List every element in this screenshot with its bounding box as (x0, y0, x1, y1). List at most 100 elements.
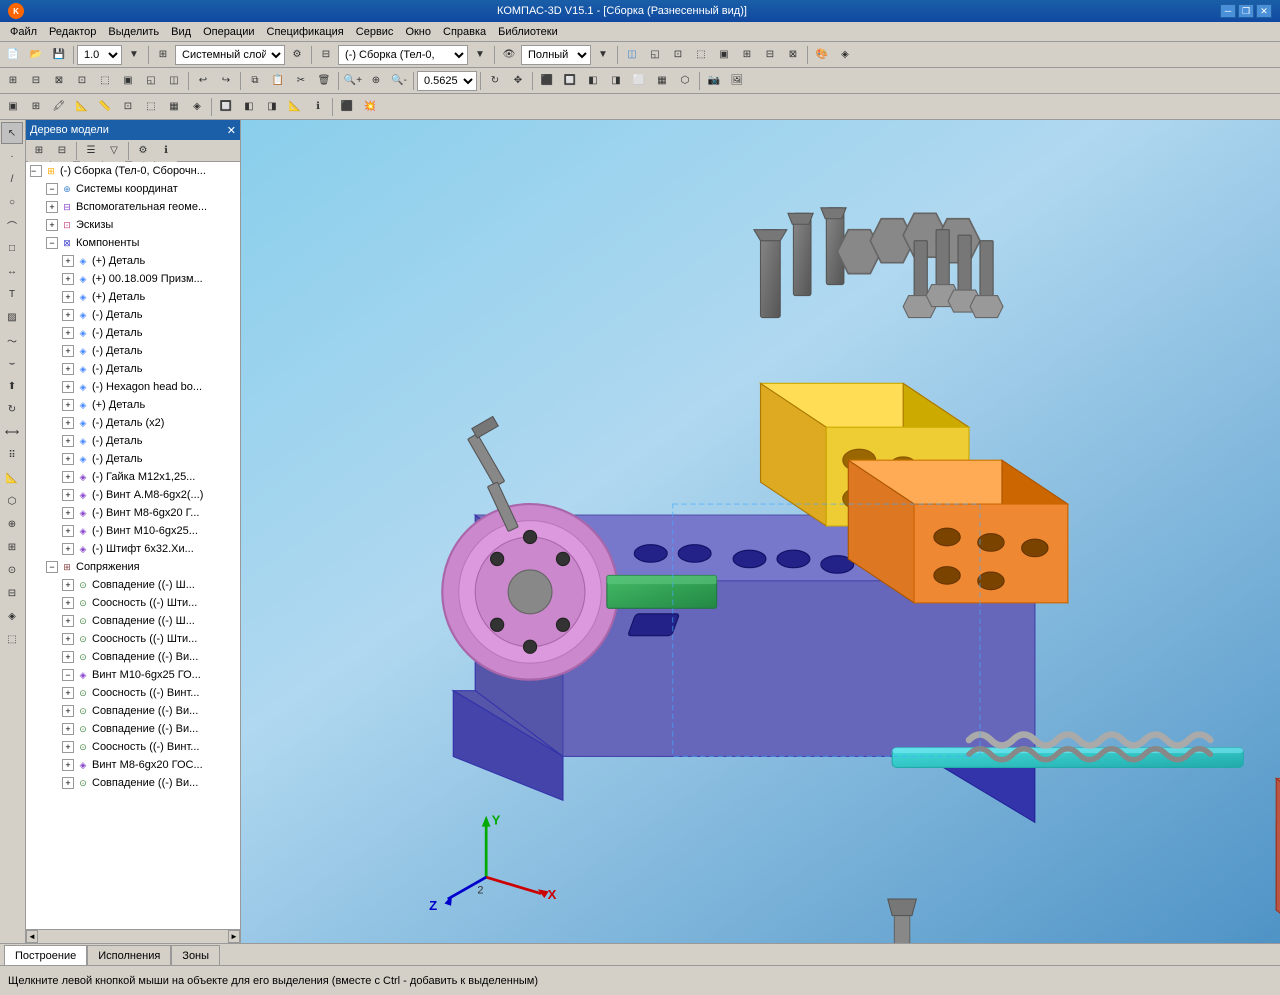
tb2-btn5[interactable]: ⬚ (94, 70, 116, 92)
menu-help[interactable]: Справка (437, 25, 492, 39)
render-btn6[interactable]: ⊞ (736, 44, 758, 66)
tb3-btn7[interactable]: ⬚ (140, 96, 162, 118)
tree-expand-toggle[interactable]: + (62, 741, 74, 753)
tree-item[interactable]: +◈(-) Hexagon head bo... (26, 378, 240, 396)
tree-expand-toggle[interactable]: + (62, 273, 74, 285)
tree-expand-toggle[interactable]: + (62, 381, 74, 393)
tree-expand-toggle[interactable]: + (62, 363, 74, 375)
tb2-btn4[interactable]: ⊡ (71, 70, 93, 92)
tb2-paste[interactable]: 📋 (267, 70, 289, 92)
tree-item[interactable]: +◈(+) Деталь (26, 288, 240, 306)
tb2-redo[interactable]: ↪ (215, 70, 237, 92)
layer-combo[interactable]: Системный слой (0 (175, 45, 285, 65)
rect-tool[interactable]: □ (1, 237, 23, 259)
tree-item[interactable]: −⊕Системы координат (26, 180, 240, 198)
open-btn[interactable]: 📂 (25, 44, 47, 66)
3d-viewport[interactable]: Y X Z 2 (241, 120, 1280, 943)
menu-window[interactable]: Окно (399, 25, 437, 39)
tb3-btn11[interactable]: ◧ (238, 96, 260, 118)
view3d-btn7[interactable]: ⬡ (674, 70, 696, 92)
menu-select[interactable]: Выделить (102, 25, 165, 39)
tb2-btn7[interactable]: ◱ (140, 70, 162, 92)
tab-build[interactable]: Построение (4, 945, 87, 965)
tree-expand-toggle[interactable]: + (62, 525, 74, 537)
tb2-undo[interactable]: ↩ (192, 70, 214, 92)
tree-item[interactable]: +◈(-) Деталь (26, 432, 240, 450)
tb2-btn3[interactable]: ⊠ (48, 70, 70, 92)
tree-item[interactable]: +⊙Совпадение ((-) Ш... (26, 576, 240, 594)
tree-expand-toggle[interactable]: + (62, 705, 74, 717)
close-button[interactable]: ✕ (1256, 4, 1272, 18)
tree-item[interactable]: +◈(-) Гайка М12х1,25... (26, 468, 240, 486)
render-btn5[interactable]: ▣ (713, 44, 735, 66)
tree-filter[interactable]: ▽ (103, 140, 125, 162)
mirror-tool[interactable]: ⟷ (1, 421, 23, 443)
tree-item[interactable]: +◈(-) Деталь (26, 306, 240, 324)
render-btn3[interactable]: ⊡ (667, 44, 689, 66)
tree-item[interactable]: +⊡Эскизы (26, 216, 240, 234)
tree-item[interactable]: +⊙Соосность ((-) Винт... (26, 684, 240, 702)
tree-item[interactable]: +⊙Соосность ((-) Шти... (26, 594, 240, 612)
tree-settings[interactable]: ⚙ (132, 140, 154, 162)
tree-item[interactable]: +◈(-) Деталь (26, 450, 240, 468)
view3d-btn2[interactable]: 🔲 (559, 70, 581, 92)
snapshot-btn[interactable]: 📷 (703, 70, 725, 92)
tb3-btn4[interactable]: 📐 (71, 96, 93, 118)
layer-settings[interactable]: ⚙ (286, 44, 308, 66)
tree-expand-toggle[interactable]: + (62, 255, 74, 267)
menu-spec[interactable]: Спецификация (261, 25, 350, 39)
tree-expand-all[interactable]: ⊞ (28, 140, 50, 162)
tb2-copy[interactable]: ⧉ (244, 70, 266, 92)
tb2-btn1[interactable]: ⊞ (2, 70, 24, 92)
restore-button[interactable]: ❐ (1238, 4, 1254, 18)
tab-zones[interactable]: Зоны (171, 945, 220, 965)
snap-tool[interactable]: ⊙ (1, 559, 23, 581)
tree-horizontal-scrollbar[interactable] (38, 930, 228, 942)
render-btn4[interactable]: ⬚ (690, 44, 712, 66)
zoom-all-btn[interactable]: ⊕ (365, 70, 387, 92)
tree-item[interactable]: +◈(-) Штифт 6x32.Хи... (26, 540, 240, 558)
tb3-btn12[interactable]: ◨ (261, 96, 283, 118)
mate-tool[interactable]: ⊞ (1, 536, 23, 558)
tree-expand-toggle[interactable]: + (62, 579, 74, 591)
tree-item[interactable]: +⊙Совпадение ((-) Ш... (26, 612, 240, 630)
hatch-tool[interactable]: ▨ (1, 306, 23, 328)
save-btn[interactable]: 💾 (48, 44, 70, 66)
assembly-combo[interactable]: (-) Сборка (Тел-0, (338, 45, 468, 65)
tree-expand-toggle[interactable]: + (62, 759, 74, 771)
tree-expand-toggle[interactable]: + (62, 435, 74, 447)
zoom-out-btn[interactable]: 🔍- (388, 70, 410, 92)
tree-expand-toggle[interactable]: + (62, 597, 74, 609)
tree-collapse-all[interactable]: ⊟ (51, 140, 73, 162)
tree-expand-toggle[interactable]: − (30, 165, 42, 177)
pan-btn[interactable]: ✥ (507, 70, 529, 92)
extrude-tool[interactable]: ⬆ (1, 375, 23, 397)
tree-expand-toggle[interactable]: + (62, 345, 74, 357)
tree-item[interactable]: −◈Винт М10-6gx25 ГО... (26, 666, 240, 684)
scale-combo[interactable]: 1.0 (77, 45, 122, 65)
menu-view[interactable]: Вид (165, 25, 197, 39)
tb3-section[interactable]: ⬛ (336, 96, 358, 118)
array-tool[interactable]: ⠿ (1, 444, 23, 466)
render-tool[interactable]: ◈ (1, 605, 23, 627)
tree-item[interactable]: +◈(-) Деталь (26, 360, 240, 378)
view3d-btn6[interactable]: ▦ (651, 70, 673, 92)
tree-scroll-left-btn[interactable]: ◄ (26, 930, 38, 943)
tree-expand-toggle[interactable]: − (46, 183, 58, 195)
tab-versions[interactable]: Исполнения (87, 945, 171, 965)
fillet-tool[interactable]: ⌣ (1, 352, 23, 374)
tree-expand-toggle[interactable]: + (46, 201, 58, 213)
rotate-btn[interactable]: ↻ (484, 70, 506, 92)
tree-item[interactable]: −⊠Компоненты (26, 234, 240, 252)
tree-item[interactable]: +◈(-) Винт М8-6gx20 Г... (26, 504, 240, 522)
menu-operations[interactable]: Операции (197, 25, 260, 39)
tree-expand-toggle[interactable]: + (62, 291, 74, 303)
tb3-btn9[interactable]: ◈ (186, 96, 208, 118)
tree-expand-toggle[interactable]: + (62, 399, 74, 411)
view3d-btn1[interactable]: ⬛ (536, 70, 558, 92)
tb3-btn5[interactable]: 📏 (94, 96, 116, 118)
tree-expand-toggle[interactable]: + (62, 543, 74, 555)
tree-expand-toggle[interactable]: + (62, 687, 74, 699)
tree-expand-toggle[interactable]: + (62, 327, 74, 339)
tree-expand-toggle[interactable]: + (62, 651, 74, 663)
